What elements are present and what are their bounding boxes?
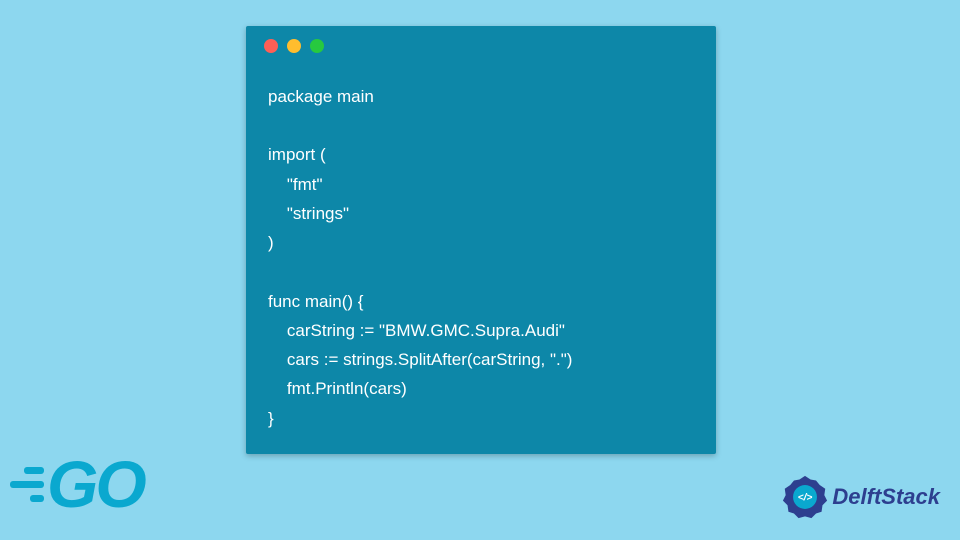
close-icon <box>264 39 278 53</box>
delftstack-logo: </> DelftStack <box>782 474 940 520</box>
window-titlebar <box>246 26 716 66</box>
minimize-icon <box>287 39 301 53</box>
delftstack-badge-icon: </> <box>782 474 828 520</box>
svg-text:</>: </> <box>798 493 813 504</box>
go-logo: GO <box>10 446 144 522</box>
go-logo-text: GO <box>47 446 144 522</box>
code-block: package main import ( "fmt" "strings" ) … <box>246 66 716 455</box>
go-speed-lines-icon <box>10 467 44 502</box>
delftstack-text: DelftStack <box>832 484 940 510</box>
maximize-icon <box>310 39 324 53</box>
code-window: package main import ( "fmt" "strings" ) … <box>246 26 716 454</box>
